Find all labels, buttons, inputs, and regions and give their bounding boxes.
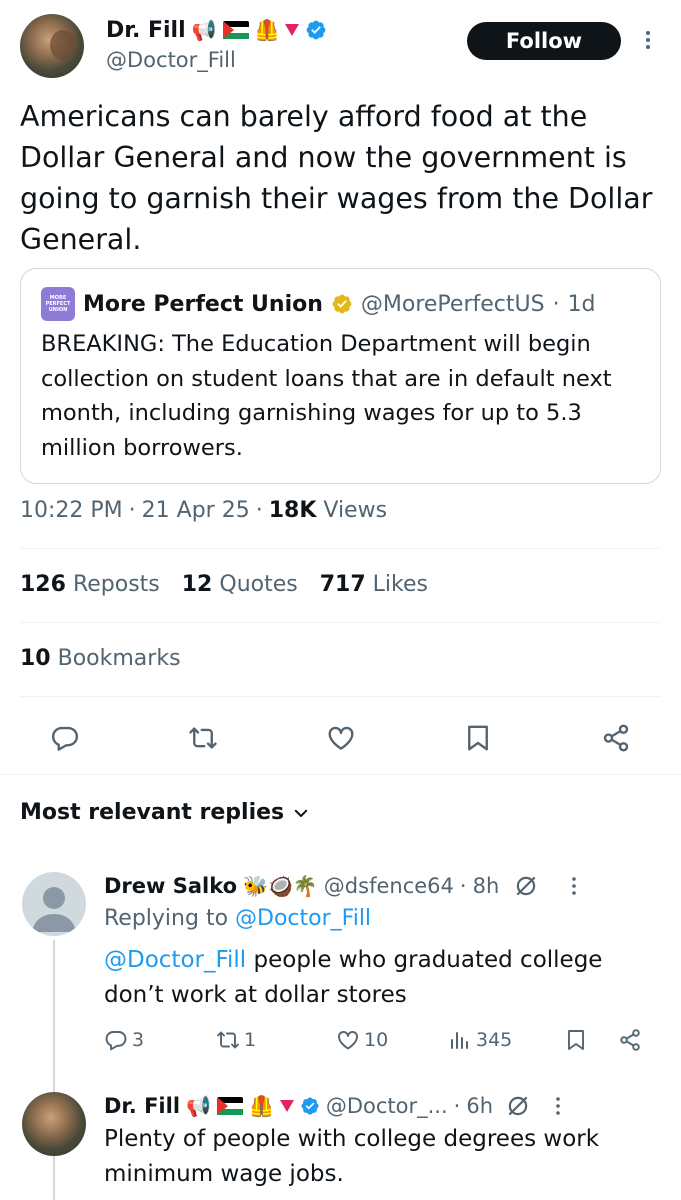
divider bbox=[20, 622, 661, 623]
reply-share-button[interactable] bbox=[618, 1028, 642, 1052]
views-count: 18K bbox=[268, 498, 317, 523]
bookmark-icon[interactable] bbox=[463, 723, 493, 753]
reply-text: @Doctor_Fill people who graduated colleg… bbox=[104, 947, 603, 1008]
quoted-avatar[interactable]: MORE PERFECT UNION bbox=[41, 287, 75, 321]
replying-to: Replying to @Doctor_Fill bbox=[104, 906, 372, 931]
reply-age: 6h bbox=[466, 1094, 494, 1118]
reply-sort-dropdown[interactable]: Most relevant replies bbox=[20, 800, 310, 825]
mention-link[interactable]: @Doctor_Fill bbox=[104, 947, 246, 973]
author-name-row[interactable]: Dr. Fill 📢 🦺 bbox=[106, 14, 327, 46]
author-handle[interactable]: @Doctor_Fill bbox=[106, 48, 236, 72]
red-triangle-icon bbox=[285, 24, 300, 36]
chevron-down-icon bbox=[294, 809, 308, 817]
share-icon[interactable] bbox=[601, 723, 631, 753]
palestine-flag-icon bbox=[216, 1096, 243, 1116]
reply-text: Plenty of people with college degrees wo… bbox=[104, 1126, 600, 1187]
reply-author-name[interactable]: Dr. Fill bbox=[104, 1094, 180, 1118]
reply-icon bbox=[105, 1031, 127, 1051]
engagement-stats: 126 Reposts 12 Quotes 717 Likes bbox=[20, 572, 428, 597]
safety-vest-emoji: 🦺 bbox=[248, 1094, 274, 1118]
verified-badge-icon bbox=[301, 1097, 319, 1115]
tweet-text: Americans can barely afford food at the … bbox=[20, 100, 653, 256]
quoted-name-row[interactable]: More Perfect Union @MorePerfectUS · 1d bbox=[83, 287, 596, 321]
share-icon bbox=[620, 1029, 640, 1051]
tweet-actions bbox=[20, 718, 661, 758]
quotes-stat[interactable]: 12 Quotes bbox=[182, 572, 298, 597]
views-label: Views bbox=[323, 498, 388, 523]
reply-repost-button[interactable]: 1 bbox=[216, 1028, 256, 1052]
divider bbox=[20, 696, 661, 697]
follow-button[interactable]: Follow bbox=[467, 22, 621, 60]
dot-separator: · bbox=[255, 498, 263, 523]
like-icon[interactable] bbox=[326, 723, 356, 753]
tweet-date: 21 Apr 25 bbox=[141, 498, 250, 523]
safety-vest-emoji: 🦺 bbox=[254, 18, 280, 42]
views-icon bbox=[451, 1032, 468, 1049]
more-icon[interactable] bbox=[551, 1095, 565, 1117]
like-icon bbox=[338, 1031, 358, 1050]
dot-separator: · bbox=[459, 874, 467, 898]
default-avatar-icon bbox=[32, 887, 76, 932]
dot-separator: · bbox=[453, 1094, 461, 1118]
reply-actions: 3 1 10 345 bbox=[104, 1028, 649, 1060]
repost-icon[interactable] bbox=[188, 723, 218, 753]
divider bbox=[20, 548, 661, 549]
author-name[interactable]: Dr. Fill bbox=[106, 18, 186, 43]
quoted-age: 1d bbox=[567, 291, 596, 317]
thread-line bbox=[53, 940, 55, 1200]
quoted-name[interactable]: More Perfect Union bbox=[83, 292, 323, 317]
reply-avatar[interactable] bbox=[22, 872, 86, 936]
palestine-flag-icon bbox=[222, 20, 249, 40]
grok-icon[interactable] bbox=[505, 1093, 531, 1119]
reply-avatar[interactable] bbox=[22, 1092, 86, 1156]
red-triangle-icon bbox=[279, 1100, 294, 1112]
tweet-meta: 10:22 PM · 21 Apr 25 · 18K Views bbox=[20, 498, 387, 523]
bookmarks-stat[interactable]: 10 Bookmarks bbox=[20, 646, 181, 671]
dot-separator: · bbox=[128, 498, 136, 523]
reply-sort-label: Most relevant replies bbox=[20, 800, 285, 825]
reply-author-handle[interactable]: @dsfence64 bbox=[324, 874, 454, 898]
replying-to-handle[interactable]: @Doctor_Fill bbox=[235, 906, 371, 931]
verified-badge-icon bbox=[307, 20, 326, 40]
megaphone-emoji: 📢 bbox=[191, 18, 217, 42]
section-divider bbox=[0, 774, 681, 775]
gold-verified-icon bbox=[332, 294, 352, 314]
reply-like-button[interactable]: 10 bbox=[336, 1028, 388, 1052]
reply-header[interactable]: Dr. Fill 📢 🦺 @Doctor_... · 6h bbox=[104, 1090, 565, 1122]
reply-author-handle[interactable]: @Doctor_... bbox=[326, 1094, 448, 1118]
reply-author-emoji: 🐝🥥🌴 bbox=[243, 874, 318, 898]
author-avatar[interactable] bbox=[20, 14, 84, 78]
reply-reply-button[interactable]: 3 bbox=[104, 1028, 144, 1052]
tweet-time: 10:22 PM bbox=[20, 498, 123, 523]
repost-icon bbox=[217, 1031, 239, 1049]
reply-author-name[interactable]: Drew Salko bbox=[104, 874, 237, 898]
quoted-handle[interactable]: @MorePerfectUS bbox=[361, 292, 545, 317]
more-icon[interactable] bbox=[640, 28, 656, 52]
reply-views-button[interactable]: 345 bbox=[448, 1028, 512, 1052]
reply-bookmark-button[interactable] bbox=[564, 1028, 588, 1052]
more-icon[interactable] bbox=[567, 875, 581, 897]
grok-icon[interactable] bbox=[513, 873, 539, 899]
dot-separator: · bbox=[552, 291, 560, 317]
reply-header[interactable]: Drew Salko 🐝🥥🌴 @dsfence64 · 8h bbox=[104, 870, 581, 902]
reply-age: 8h bbox=[472, 874, 500, 898]
quoted-tweet-card[interactable]: MORE PERFECT UNION More Perfect Union @M… bbox=[20, 268, 661, 484]
likes-stat[interactable]: 717 Likes bbox=[320, 572, 428, 597]
reply-icon[interactable] bbox=[50, 723, 80, 753]
megaphone-emoji: 📢 bbox=[186, 1094, 211, 1118]
bookmark-icon bbox=[568, 1030, 584, 1050]
reposts-stat[interactable]: 126 Reposts bbox=[20, 572, 160, 597]
quoted-text: BREAKING: The Education Department will … bbox=[41, 331, 612, 461]
